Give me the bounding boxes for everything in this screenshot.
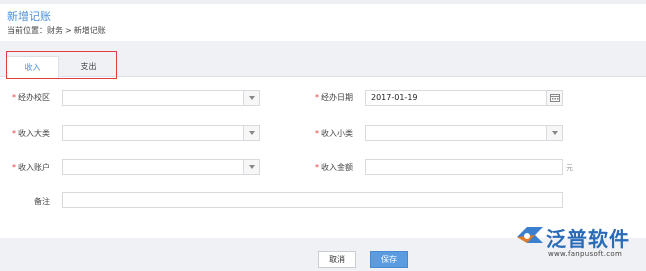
remarks-input[interactable] [62,192,563,208]
breadcrumb-separator: > [65,26,72,35]
income-subcategory-select[interactable] [365,125,563,141]
tab-income[interactable]: 收入 [6,56,59,78]
breadcrumb-prefix: 当前位置： [7,26,47,35]
income-account-select[interactable] [62,159,260,175]
brand-logo: 泛普软件 www.fanpusoft.com [511,221,641,269]
breadcrumb-finance[interactable]: 财务 [47,26,63,35]
breadcrumb-current: 新增记账 [73,26,106,35]
remarks-label: 备注 [34,197,50,206]
chevron-down-icon[interactable] [243,91,259,105]
required-mark: * [12,129,16,138]
date-value: 2017-01-19 [371,93,418,102]
tab-expense[interactable]: 支出 [62,56,115,77]
logo-text: 泛普软件 [546,227,630,251]
date-input[interactable]: 2017-01-19 [365,90,563,106]
income-category-label: * 收入大类 [12,129,50,138]
required-mark: * [315,163,319,172]
chevron-down-icon[interactable] [243,126,259,140]
income-amount-input[interactable] [365,159,563,175]
tab-bar: 收入 支出 [0,41,646,78]
chevron-down-icon[interactable] [243,160,259,174]
logo-mark-icon [517,227,543,243]
income-category-select[interactable] [62,125,260,141]
income-account-label: * 收入账户 [12,163,50,172]
required-mark: * [12,93,16,102]
income-subcategory-label: * 收入小类 [315,129,353,138]
required-mark: * [315,93,319,102]
currency-unit: 元 [566,164,573,172]
date-label: * 经办日期 [315,93,353,102]
save-button[interactable]: 保存 [370,251,408,268]
top-strip [0,0,646,4]
campus-label: * 经办校区 [12,93,50,102]
calendar-icon[interactable] [546,91,562,105]
cancel-button[interactable]: 取消 [318,251,356,268]
required-mark: * [315,129,319,138]
breadcrumb: 当前位置：财务 > 新增记账 [7,25,106,36]
campus-select[interactable] [62,90,260,106]
page-title: 新增记账 [7,10,51,23]
income-amount-label: * 收入金额 [315,163,353,172]
logo-url: www.fanpusoft.com [548,250,623,258]
required-mark: * [12,163,16,172]
chevron-down-icon[interactable] [546,126,562,140]
